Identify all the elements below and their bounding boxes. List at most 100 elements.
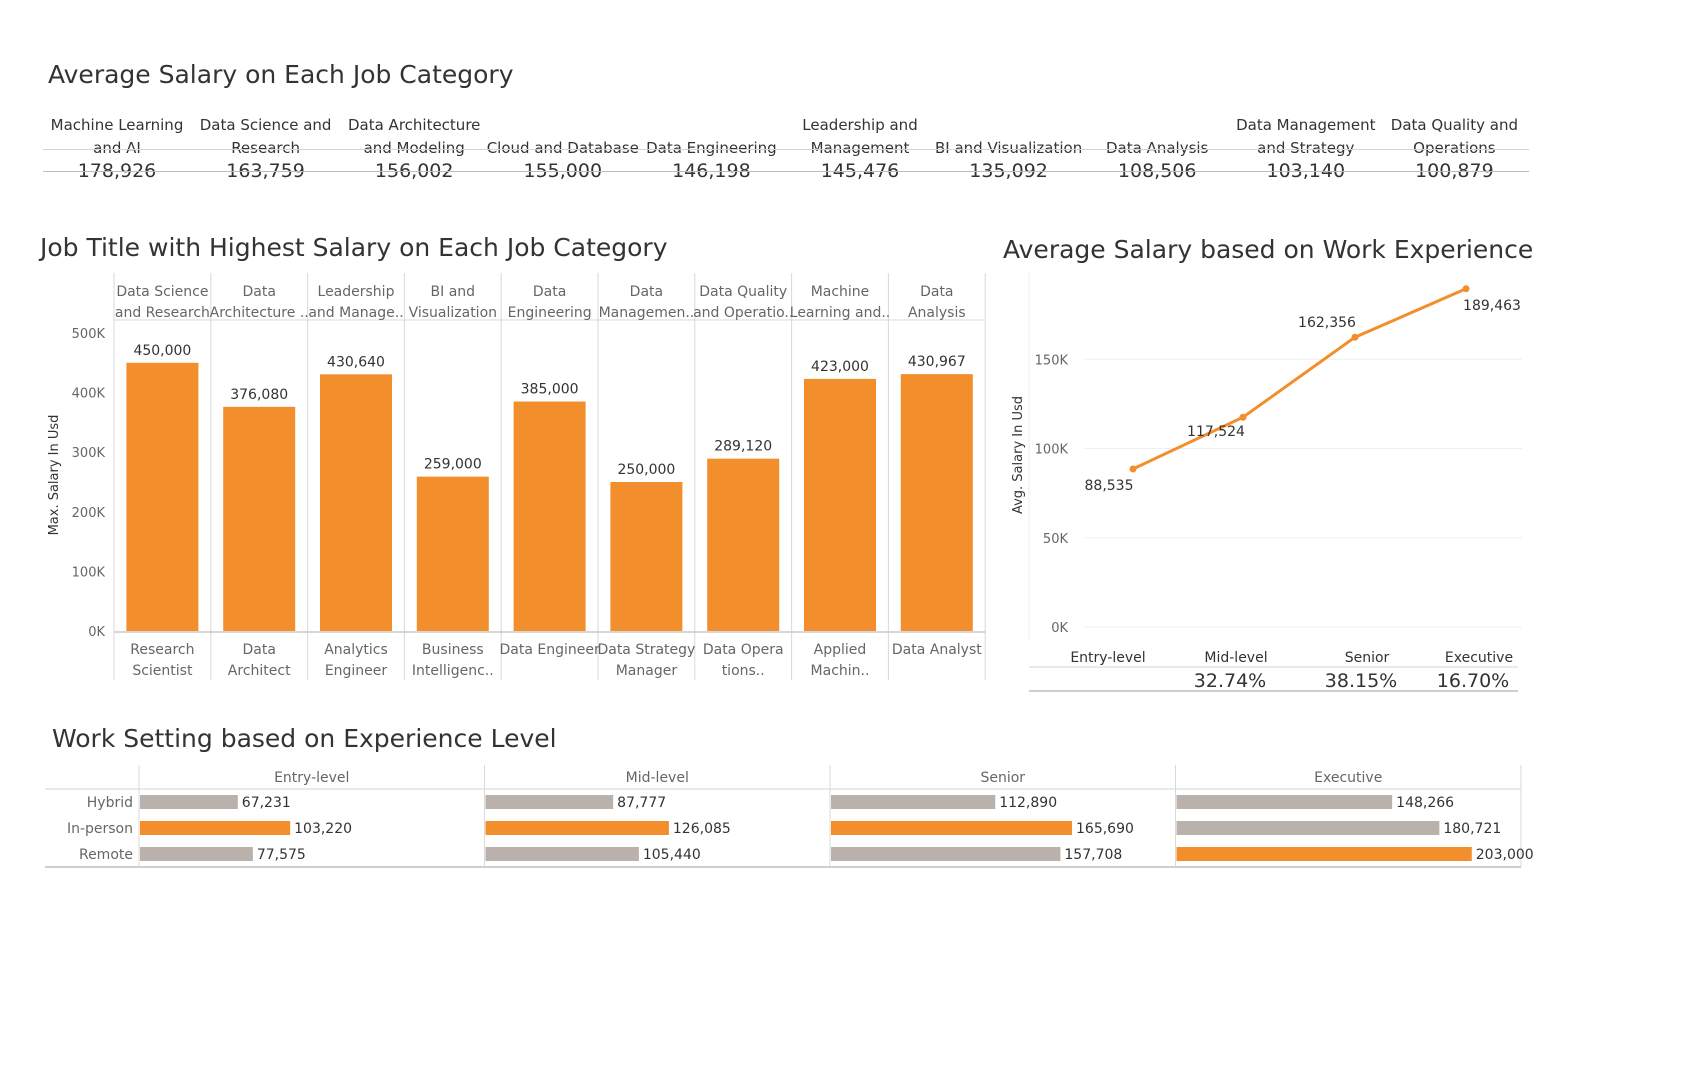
hbar-value-label: 126,085 bbox=[673, 821, 731, 837]
bar bbox=[804, 378, 876, 631]
hbar bbox=[140, 847, 253, 861]
row-label: In-person bbox=[67, 821, 133, 837]
group-label: Learning and.. bbox=[790, 305, 890, 321]
bar-value-label: 385,000 bbox=[521, 382, 579, 398]
category-label: Data Engineer bbox=[499, 642, 599, 658]
category-label: Data Opera bbox=[703, 642, 784, 658]
category-label: Data Analyst bbox=[892, 642, 982, 658]
hbar bbox=[140, 821, 291, 835]
bar bbox=[900, 374, 973, 631]
bar-value-label: 376,080 bbox=[230, 387, 288, 403]
category-label: Data bbox=[242, 642, 275, 658]
hbar-value-label: 148,266 bbox=[1396, 795, 1454, 811]
bar bbox=[223, 406, 296, 631]
hbar-value-label: 77,575 bbox=[257, 847, 306, 863]
y-tick-label: 300K bbox=[72, 446, 106, 461]
group-label: Visualization bbox=[409, 305, 497, 321]
y-tick-label: 0K bbox=[1051, 621, 1068, 636]
group-label: Managemen.. bbox=[599, 305, 695, 321]
panel-header: Mid-level bbox=[626, 770, 689, 786]
bar bbox=[126, 362, 199, 631]
y-tick-label: 0K bbox=[88, 625, 105, 640]
category-header: Data Science and Research bbox=[199, 116, 332, 157]
category-header: Data Quality and Operations bbox=[1390, 116, 1518, 157]
bar-value-label: 259,000 bbox=[424, 457, 482, 473]
bar-value-label: 450,000 bbox=[133, 343, 191, 359]
group-label: Analysis bbox=[908, 305, 966, 321]
hbar-value-label: 103,220 bbox=[294, 821, 352, 837]
hbar-value-label: 87,777 bbox=[617, 795, 666, 811]
bar-value-label: 430,640 bbox=[327, 354, 385, 370]
data-point bbox=[1462, 285, 1470, 293]
hbar bbox=[485, 795, 614, 809]
data-point bbox=[1239, 413, 1247, 421]
percent-value: 16.70% bbox=[1437, 670, 1509, 692]
hbar-value-label: 203,000 bbox=[1476, 847, 1534, 863]
y-tick-label: 500K bbox=[72, 327, 106, 342]
bar bbox=[320, 374, 392, 631]
panel-header: Entry-level bbox=[274, 770, 349, 786]
data-point bbox=[1129, 465, 1137, 473]
data-label: 88,535 bbox=[1085, 478, 1134, 494]
group-label: Data bbox=[533, 284, 566, 300]
table-bottom-rule bbox=[43, 171, 1529, 172]
category-header: Data Management and Strategy bbox=[1236, 116, 1376, 157]
category-header: Cloud and Database bbox=[486, 139, 639, 157]
group-label: and Manage.. bbox=[308, 305, 403, 321]
line-chart-title: Average Salary based on Work Experience bbox=[1003, 235, 1534, 264]
panel-header: Senior bbox=[980, 770, 1025, 786]
y-axis-label: Avg. Salary In Usd bbox=[1011, 396, 1026, 514]
hbar bbox=[1176, 795, 1393, 809]
table-divider bbox=[43, 149, 1529, 150]
y-tick-label: 50K bbox=[1043, 532, 1069, 547]
category-label: Engineer bbox=[325, 663, 388, 679]
work-setting-chart: HybridIn-personRemoteEntry-level67,23110… bbox=[45, 765, 1534, 868]
x-category-label: Senior bbox=[1345, 650, 1390, 666]
bar-value-label: 289,120 bbox=[714, 439, 772, 455]
bar bbox=[707, 458, 780, 631]
group-label: Data bbox=[920, 284, 953, 300]
category-label: Manager bbox=[616, 663, 678, 679]
x-category-label: Entry-level bbox=[1070, 650, 1145, 666]
bar-value-label: 423,000 bbox=[811, 359, 869, 375]
salary-table-title: Average Salary on Each Job Category bbox=[48, 60, 514, 89]
y-axis-label: Max. Salary In Usd bbox=[47, 415, 62, 536]
category-label: Scientist bbox=[132, 663, 193, 679]
category-header: Data Engineering bbox=[646, 139, 777, 157]
hbar bbox=[1176, 821, 1440, 835]
group-label: and Operatio.. bbox=[693, 305, 793, 321]
hbar bbox=[831, 821, 1073, 835]
category-label: Intelligenc.. bbox=[412, 663, 494, 679]
y-tick-label: 200K bbox=[72, 506, 106, 521]
category-label: Research bbox=[130, 642, 194, 658]
bar bbox=[610, 482, 683, 631]
category-label: Business bbox=[422, 642, 484, 658]
line-chart: 0K 50K 100K 150K Avg. Salary In Usd 88,535 117… bbox=[1011, 273, 1522, 692]
group-label: Data bbox=[242, 284, 275, 300]
y-tick-label: 150K bbox=[1035, 353, 1069, 368]
row-label: Remote bbox=[79, 847, 133, 863]
hbar-value-label: 157,708 bbox=[1064, 847, 1122, 863]
hbar bbox=[831, 847, 1061, 861]
group-label: Data bbox=[630, 284, 663, 300]
category-label: tions.. bbox=[722, 663, 765, 679]
hbar-value-label: 165,690 bbox=[1076, 821, 1134, 837]
panel-header: Executive bbox=[1314, 770, 1382, 786]
group-label: Data Quality bbox=[699, 284, 787, 300]
category-header: Machine Learning and AI bbox=[50, 116, 184, 157]
category-header: Data Analysis bbox=[1105, 139, 1209, 157]
category-label: Applied bbox=[814, 642, 867, 658]
bar-chart: Max. Salary In Usd 0K 100K 200K 300K 400K 500K… bbox=[47, 273, 986, 680]
row-label: Hybrid bbox=[87, 795, 133, 811]
group-label: Engineering bbox=[508, 305, 592, 321]
hbar-value-label: 105,440 bbox=[643, 847, 701, 863]
y-tick-label: 100K bbox=[72, 565, 106, 580]
category-header: BI and Visualization bbox=[934, 139, 1083, 157]
x-category-label: Executive bbox=[1445, 650, 1513, 666]
percent-value: 32.74% bbox=[1194, 670, 1266, 692]
work-setting-title: Work Setting based on Experience Level bbox=[52, 724, 557, 753]
y-tick-label: 400K bbox=[72, 387, 106, 402]
bar-chart-title: Job Title with Highest Salary on Each Jo… bbox=[40, 233, 668, 262]
hbar bbox=[831, 795, 996, 809]
group-label: Leadership bbox=[318, 284, 395, 300]
